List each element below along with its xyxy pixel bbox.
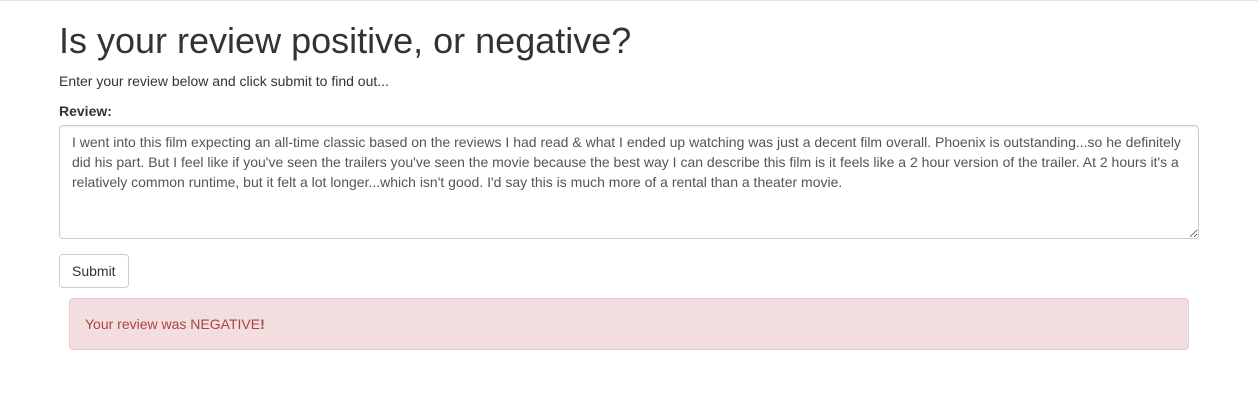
result-message: Your review was NEGATIVE	[85, 316, 261, 332]
result-alert: Your review was NEGATIVE!	[69, 298, 1189, 350]
page-title: Is your review positive, or negative?	[59, 20, 632, 61]
review-textarea[interactable]: I went into this film expecting an all-t…	[59, 125, 1199, 239]
top-border	[0, 0, 1258, 1]
submit-button[interactable]: Submit	[59, 254, 129, 288]
page-subtitle: Enter your review below and click submit…	[59, 73, 389, 89]
review-label: Review:	[59, 103, 112, 119]
result-exclamation: !	[260, 316, 265, 332]
